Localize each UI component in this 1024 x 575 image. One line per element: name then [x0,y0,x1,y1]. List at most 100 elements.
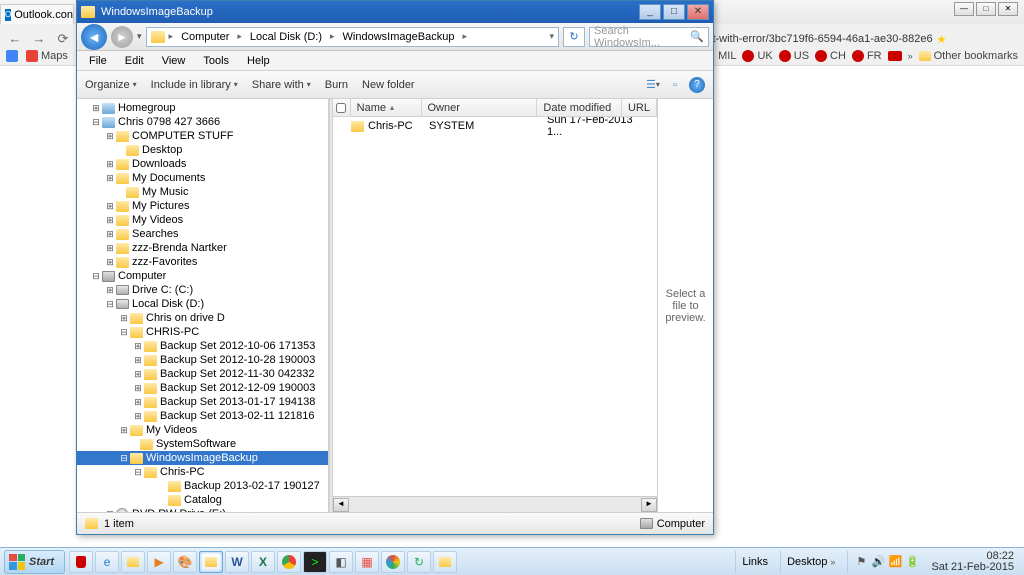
toolbar-organize[interactable]: Organize▾ [85,79,137,91]
task-media[interactable]: ▶ [147,551,171,573]
tree-bs3[interactable]: ⊞Backup Set 2012-11-30 042332 [77,367,328,381]
horizontal-scrollbar[interactable]: ◄ ► [333,496,657,512]
maximize-button[interactable]: □ [663,4,685,20]
tree-desktop[interactable]: Desktop [77,143,328,157]
crumb-local-disk[interactable]: Local Disk (D:) [246,31,326,43]
task-app4[interactable]: ↻ [407,551,431,573]
toolbar-burn[interactable]: Burn [325,79,348,91]
toolbar-include[interactable]: Include in library▾ [151,79,238,91]
tray-network-icon[interactable]: 📶 [888,555,902,569]
task-app3[interactable] [381,551,405,573]
browser-close-button[interactable]: ✕ [998,2,1018,16]
nav-back-button[interactable]: ◄ [81,24,107,50]
bm-mil[interactable]: MIL [718,50,736,62]
task-libraries[interactable] [121,551,145,573]
tray-volume-icon[interactable]: 🔊 [871,555,885,569]
address-dropdown[interactable]: ▾ [549,31,554,42]
tree-homegroup[interactable]: ⊞Homegroup [77,101,328,115]
tree-myvideos[interactable]: ⊞My Videos [77,213,328,227]
tree-downloads[interactable]: ⊞Downloads [77,157,328,171]
tray-links[interactable]: Links [735,551,774,573]
tree-chris-on-d[interactable]: ⊞Chris on drive D [77,311,328,325]
system-clock[interactable]: 08:22 Sat 21-Feb-2015 [931,551,1020,573]
tree-zzz-brenda[interactable]: ⊞zzz-Brenda Nartker [77,241,328,255]
tray-power-icon[interactable]: 🔋 [905,555,919,569]
address-bar[interactable]: ▸ Computer ▸ Local Disk (D:) ▸ WindowsIm… [146,27,559,47]
crumb-windowsimagebackup[interactable]: WindowsImageBackup [339,31,459,43]
tree-local-disk-d[interactable]: ⊟Local Disk (D:) [77,297,328,311]
bm-us[interactable]: US [779,50,809,62]
tree-bs2[interactable]: ⊞Backup Set 2012-10-28 190003 [77,353,328,367]
task-mcafee[interactable] [69,551,93,573]
tree-windowsimagebackup[interactable]: ⊟WindowsImageBackup [77,451,328,465]
tree-mydocuments[interactable]: ⊞My Documents [77,171,328,185]
tree-computer-stuff[interactable]: ⊞COMPUTER STUFF [77,129,328,143]
preview-pane-button[interactable]: ▫ [667,77,683,93]
tree-bs1[interactable]: ⊞Backup Set 2012-10-06 171353 [77,339,328,353]
star-icon[interactable]: ★ [937,33,947,46]
toolbar-share[interactable]: Share with▾ [252,79,311,91]
bookmark-maps[interactable]: Maps [26,50,68,62]
task-chrome[interactable] [277,551,301,573]
folder-tree[interactable]: ⊞Homegroup ⊟Chris 0798 427 3666 ⊞COMPUTE… [77,99,329,512]
scroll-left-button[interactable]: ◄ [333,498,349,512]
toolbar-newfolder[interactable]: New folder [362,79,415,91]
browser-minimize-button[interactable]: — [954,2,974,16]
menu-view[interactable]: View [154,53,194,69]
menu-help[interactable]: Help [239,53,278,69]
task-app1[interactable]: ◧ [329,551,353,573]
crumb-computer[interactable]: Computer [177,31,233,43]
browser-maximize-button[interactable]: □ [976,2,996,16]
scroll-right-button[interactable]: ► [641,498,657,512]
task-app2[interactable]: ▦ [355,551,379,573]
tree-drive-c[interactable]: ⊞Drive C: (C:) [77,283,328,297]
view-options-button[interactable]: ☰ ▾ [645,77,661,93]
start-button[interactable]: Start [4,550,65,574]
task-word[interactable]: W [225,551,249,573]
bm-fr[interactable]: FR [852,50,882,62]
tree-systemsoftware[interactable]: SystemSoftware [77,437,328,451]
tree-myvideos2[interactable]: ⊞My Videos [77,423,328,437]
help-button[interactable]: ? [689,77,705,93]
bm-ch[interactable]: CH [815,50,846,62]
task-paint[interactable]: 🎨 [173,551,197,573]
refresh-button[interactable]: ↻ [563,27,585,47]
tree-mypictures[interactable]: ⊞My Pictures [77,199,328,213]
task-ie[interactable]: e [95,551,119,573]
task-app5[interactable] [433,551,457,573]
tree-zzz-favorites[interactable]: ⊞zzz-Favorites [77,255,328,269]
search-box[interactable]: Search WindowsIm... 🔍 [589,27,709,47]
tree-chris-pc2[interactable]: ⊟Chris-PC [77,465,328,479]
show-desktop[interactable]: Desktop » [780,551,841,573]
bm-uk[interactable]: UK [742,50,772,62]
title-bar[interactable]: WindowsImageBackup _ □ ✕ [77,1,713,23]
task-excel[interactable]: X [251,551,275,573]
tree-bs6[interactable]: ⊞Backup Set 2013-02-11 121816 [77,409,328,423]
menu-edit[interactable]: Edit [117,53,152,69]
col-date[interactable]: Date modified [537,99,622,116]
close-button[interactable]: ✕ [687,4,709,20]
other-bookmarks[interactable]: Other bookmarks [919,50,1018,62]
tree-computer[interactable]: ⊟Computer [77,269,328,283]
bookmark-google[interactable] [6,50,18,62]
tree-bs5[interactable]: ⊞Backup Set 2013-01-17 194138 [77,395,328,409]
tree-bs4[interactable]: ⊞Backup Set 2012-12-09 190003 [77,381,328,395]
menu-tools[interactable]: Tools [195,53,237,69]
list-body[interactable]: Chris-PC SYSTEM Sun 17-Feb-2013 1... [333,117,657,496]
list-item[interactable]: Chris-PC SYSTEM Sun 17-Feb-2013 1... [333,117,657,135]
tree-mymusic[interactable]: My Music [77,185,328,199]
tray-flag-icon[interactable]: ⚑ [854,555,868,569]
tree-chris-pc[interactable]: ⊟CHRIS-PC [77,325,328,339]
tree-user-chris[interactable]: ⊟Chris 0798 427 3666 [77,115,328,129]
browser-tab-outlook[interactable]: O Outlook.con [0,4,74,24]
task-explorer[interactable] [199,551,223,573]
col-name[interactable]: Name ▴ [351,99,422,116]
col-owner[interactable]: Owner [422,99,538,116]
tree-backup-2013[interactable]: Backup 2013-02-17 190127 [77,479,328,493]
minimize-button[interactable]: _ [639,4,661,20]
menu-file[interactable]: File [81,53,115,69]
tree-searches[interactable]: ⊞Searches [77,227,328,241]
tree-catalog[interactable]: Catalog [77,493,328,507]
bm-youtube[interactable] [888,51,902,61]
col-url[interactable]: URL [622,99,657,116]
